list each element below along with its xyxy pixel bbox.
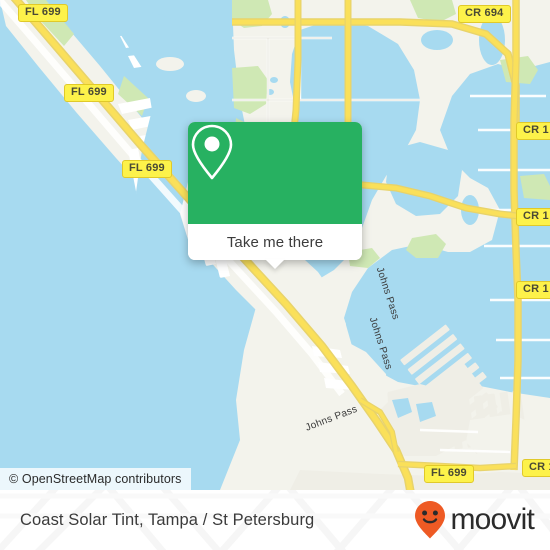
moovit-smiley-pin-icon [415,501,446,539]
footer-bar: Coast Solar Tint, Tampa / St Petersburg … [0,490,550,550]
map-pin-icon [191,124,233,180]
road-shield: CR 694 [458,5,511,23]
place-title-text: Coast Solar Tint, Tampa / St Petersburg [20,510,315,529]
road-shield: CR 1 [516,208,550,226]
callout-icon-area [188,122,362,224]
moovit-wordmark: moovit [450,503,534,536]
road-shield: CR 1 [522,459,550,477]
road-shield: FL 699 [18,4,68,22]
map-canvas[interactable]: FL 699 FL 699 FL 699 CR 694 CR 1 CR 1 CR… [0,0,550,490]
place-title: Coast Solar Tint, Tampa / St Petersburg [20,490,314,550]
road-shield: CR 1 [516,281,550,299]
take-me-there-button[interactable]: Take me there [227,234,323,251]
road-shield: CR 1 [516,122,550,140]
place-callout-card[interactable]: Take me there [188,122,362,269]
callout-pointer [265,259,285,269]
road-shield: FL 699 [122,160,172,178]
callout-action-area[interactable]: Take me there [188,224,362,269]
road-shield: FL 699 [424,465,474,483]
moovit-brand[interactable]: moovit [414,490,535,550]
road-shield: FL 699 [64,84,114,102]
map-attribution[interactable]: © OpenStreetMap contributors [0,468,191,490]
map-screenshot: FL 699 FL 699 FL 699 CR 694 CR 1 CR 1 CR… [0,0,550,550]
attribution-text: © OpenStreetMap contributors [9,472,182,486]
